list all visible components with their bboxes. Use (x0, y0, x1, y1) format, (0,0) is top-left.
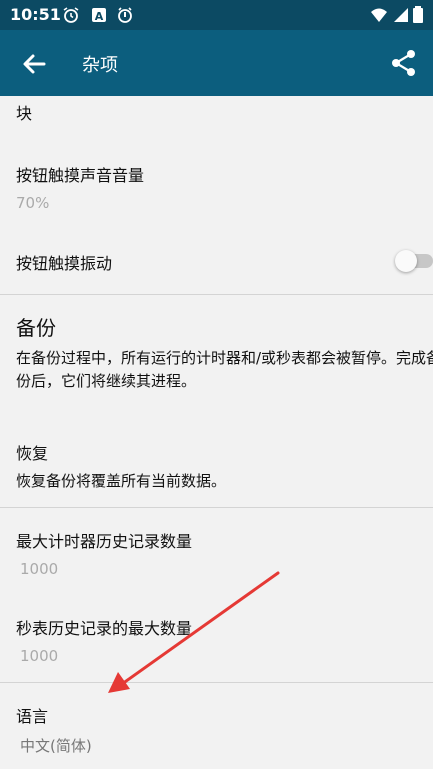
divider (0, 294, 433, 295)
language-item[interactable]: 语言 中文(简体) (0, 703, 433, 756)
restore-title: 恢复 (16, 444, 49, 463)
restore-item[interactable]: 恢复 恢复备份将覆盖所有当前数据。 (0, 440, 433, 493)
button-vibrate-toggle[interactable] (395, 250, 433, 272)
cellular-icon (394, 8, 408, 22)
button-sound-volume-title: 按钮触摸声音音量 (16, 166, 145, 185)
status-bar: 10:51 A (0, 0, 433, 30)
status-time: 10:51 (10, 5, 61, 24)
max-stopwatch-history-item[interactable]: 秒表历史记录的最大数量 1000 (0, 615, 433, 665)
button-vibrate-title: 按钮触摸振动 (16, 254, 113, 273)
toggle-knob (395, 250, 417, 272)
divider (0, 507, 433, 508)
backup-description: 在备份过程中，所有运行的计时器和/或秒表都会被暂停。完成备份后，它们将继续其进程… (16, 349, 433, 390)
backup-item[interactable]: 备份 在备份过程中，所有运行的计时器和/或秒表都会被暂停。完成备份后，它们将继续… (0, 312, 433, 393)
stopwatch-alarm-icon (118, 7, 132, 23)
svg-text:A: A (95, 10, 104, 23)
a-box-icon: A (92, 8, 106, 23)
button-sound-volume-value: 70% (16, 194, 50, 212)
button-vibrate-item[interactable]: 按钮触摸振动 (0, 250, 433, 280)
partial-setting-item[interactable]: 块 (0, 100, 433, 124)
language-value: 中文(简体) (20, 737, 92, 755)
app-bar: 杂项 (0, 30, 433, 96)
backup-title: 备份 (16, 316, 56, 340)
max-timer-history-item[interactable]: 最大计时器历史记录数量 1000 (0, 528, 433, 578)
battery-icon (413, 6, 423, 23)
restore-description: 恢复备份将覆盖所有当前数据。 (16, 472, 227, 490)
settings-list[interactable]: 块 按钮触摸声音音量 70% 按钮触摸振动 备份 在备份过程中，所有运行的计时器… (0, 96, 433, 769)
max-stopwatch-history-title: 秒表历史记录的最大数量 (16, 619, 193, 638)
wifi-icon (371, 8, 387, 22)
max-timer-history-title: 最大计时器历史记录数量 (16, 532, 193, 551)
page-title: 杂项 (82, 55, 118, 76)
back-arrow-icon[interactable] (18, 48, 50, 80)
button-sound-volume-item[interactable]: 按钮触摸声音音量 70% (0, 162, 433, 212)
share-icon[interactable] (389, 48, 419, 78)
max-timer-history-value: 1000 (20, 560, 59, 578)
alarm-clock-icon (63, 7, 79, 23)
divider (0, 682, 433, 683)
partial-setting-label: 块 (16, 104, 33, 123)
language-title: 语言 (16, 707, 49, 726)
max-stopwatch-history-value: 1000 (20, 647, 59, 665)
